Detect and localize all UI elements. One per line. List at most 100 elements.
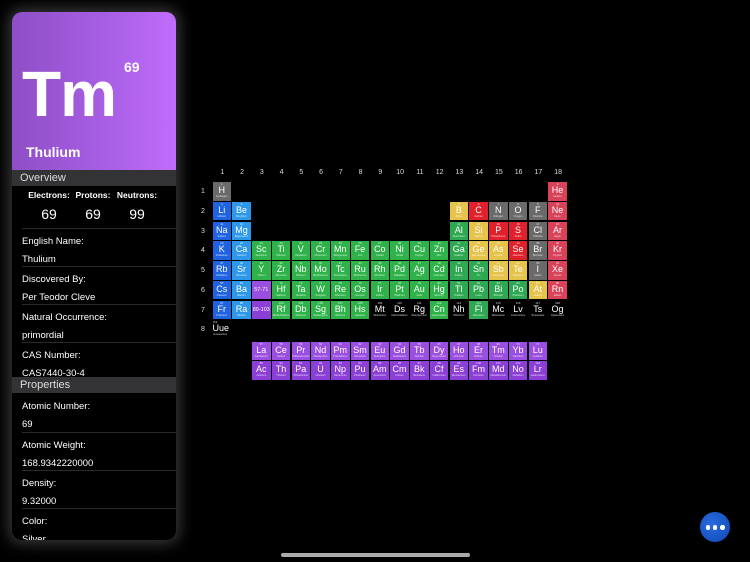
element-cell-uue[interactable]: 119 Uue Ununennium xyxy=(212,320,243,339)
element-cell-ga[interactable]: 31 Ga Gallium xyxy=(449,241,469,260)
element-cell-f[interactable]: 9 F Fluorine xyxy=(528,201,548,221)
element-cell-ca[interactable]: 20 Ca Calcium xyxy=(232,241,251,260)
element-cell-ra[interactable]: 88 Ra Radium xyxy=(232,300,251,320)
element-cell-ho[interactable]: 67 Ho Holmium xyxy=(449,341,469,361)
element-cell-li[interactable]: 3 Li Lithium xyxy=(212,201,232,221)
home-indicator[interactable] xyxy=(281,553,470,557)
element-cell-rb[interactable]: 37 Rb Rubidium xyxy=(212,261,232,280)
element-cell-si[interactable]: 14 Si Silicon xyxy=(469,221,488,241)
element-range-cell[interactable]: 57-71 xyxy=(252,280,271,300)
element-cell-rn[interactable]: 86 Rn Radon xyxy=(548,280,567,300)
element-cell-as[interactable]: 33 As Arsenic xyxy=(489,241,508,260)
element-cell-yb[interactable]: 70 Yb Ytterbium xyxy=(508,341,528,361)
element-cell-mt[interactable]: 109 Mt Meitnerium xyxy=(370,300,390,320)
element-cell-ir[interactable]: 77 Ir Iridium xyxy=(370,280,390,300)
element-cell-b[interactable]: 5 B Boron xyxy=(449,201,469,221)
element-cell-db[interactable]: 105 Db Dubnium xyxy=(291,300,311,320)
element-cell-es[interactable]: 99 Es Einsteinium xyxy=(449,361,469,380)
element-cell-gd[interactable]: 64 Gd Gadolinium xyxy=(390,341,409,361)
element-cell-hf[interactable]: 72 Hf Hafnium xyxy=(271,280,291,300)
element-cell-hg[interactable]: 80 Hg Mercury xyxy=(429,280,449,300)
element-cell-cl[interactable]: 17 Cl Chlorine xyxy=(528,221,548,241)
element-cell-nd[interactable]: 60 Nd Neodymium xyxy=(311,341,330,361)
element-cell-nb[interactable]: 41 Nb Niobium xyxy=(291,261,311,280)
element-cell-w[interactable]: 74 W Tungsten xyxy=(311,280,330,300)
element-cell-ge[interactable]: 32 Ge Germanium xyxy=(469,241,488,260)
element-cell-eu[interactable]: 63 Eu Europium xyxy=(370,341,390,361)
element-cell-bk[interactable]: 97 Bk Berkelium xyxy=(410,361,429,380)
element-cell-ac[interactable]: 89 Ac Actinium xyxy=(252,361,271,380)
element-cell-cm[interactable]: 96 Cm Curium xyxy=(390,361,409,380)
element-cell-dy[interactable]: 66 Dy Dysprosium xyxy=(429,341,449,361)
element-cell-k[interactable]: 19 K Potassium xyxy=(212,241,232,260)
element-cell-na[interactable]: 11 Na Sodium xyxy=(212,221,232,241)
element-cell-au[interactable]: 79 Au Gold xyxy=(410,280,429,300)
element-cell-md[interactable]: 101 Md Mendelevium xyxy=(489,361,508,380)
element-cell-cu[interactable]: 29 Cu Copper xyxy=(410,241,429,260)
element-cell-ba[interactable]: 56 Ba Barium xyxy=(232,280,251,300)
element-cell-os[interactable]: 76 Os Osmium xyxy=(350,280,370,300)
element-cell-pb[interactable]: 82 Pb Lead xyxy=(469,280,488,300)
element-cell-br[interactable]: 35 Br Bromine xyxy=(528,241,548,260)
element-cell-n[interactable]: 7 N Nitrogen xyxy=(489,201,508,221)
element-cell-ne[interactable]: 10 Ne Neon xyxy=(548,201,567,221)
element-cell-al[interactable]: 13 Al Aluminium xyxy=(449,221,469,241)
element-cell-se[interactable]: 34 Se Selenium xyxy=(508,241,528,260)
element-cell-in[interactable]: 49 In Indium xyxy=(449,261,469,280)
element-cell-h[interactable]: 1 H Hydrogen xyxy=(212,182,232,201)
element-cell-te[interactable]: 52 Te Tellurium xyxy=(508,261,528,280)
element-cell-v[interactable]: 23 V Vanadium xyxy=(291,241,311,260)
element-cell-nh[interactable]: 113 Nh Nihonium xyxy=(449,300,469,320)
element-cell-cd[interactable]: 48 Cd Cadmium xyxy=(429,261,449,280)
element-cell-at[interactable]: 85 At Astatine xyxy=(528,280,548,300)
more-options-button[interactable] xyxy=(700,512,730,542)
element-cell-cf[interactable]: 98 Cf Californium xyxy=(429,361,449,380)
element-cell-sc[interactable]: 21 Sc Scandium xyxy=(252,241,271,260)
element-cell-sn[interactable]: 50 Sn Tin xyxy=(469,261,488,280)
element-cell-pm[interactable]: 61 Pm Promethium xyxy=(331,341,350,361)
element-cell-fr[interactable]: 87 Fr Francium xyxy=(212,300,232,320)
element-cell-u[interactable]: 92 U Uranium xyxy=(311,361,330,380)
element-cell-o[interactable]: 8 O Oxygen xyxy=(508,201,528,221)
element-cell-zr[interactable]: 40 Zr Zirconium xyxy=(271,261,291,280)
element-cell-kr[interactable]: 36 Kr Krypton xyxy=(548,241,567,260)
element-cell-rg[interactable]: 111 Rg Roentgenium xyxy=(410,300,429,320)
element-cell-he[interactable]: 2 He Helium xyxy=(548,182,567,201)
element-cell-ti[interactable]: 22 Ti Titanium xyxy=(271,241,291,260)
element-cell-ag[interactable]: 47 Ag Silver xyxy=(410,261,429,280)
element-cell-mc[interactable]: 115 Mc Moscovium xyxy=(489,300,508,320)
element-cell-lv[interactable]: 116 Lv Livermorium xyxy=(508,300,528,320)
element-cell-am[interactable]: 95 Am Americium xyxy=(370,361,390,380)
element-cell-ru[interactable]: 44 Ru Ruthenium xyxy=(350,261,370,280)
element-cell-ta[interactable]: 73 Ta Tantalum xyxy=(291,280,311,300)
element-cell-rf[interactable]: 104 Rf Rutherfordium xyxy=(271,300,291,320)
element-cell-fm[interactable]: 100 Fm Fermium xyxy=(469,361,488,380)
element-cell-ar[interactable]: 18 Ar Argon xyxy=(548,221,567,241)
element-cell-co[interactable]: 27 Co Cobalt xyxy=(370,241,390,260)
element-cell-ni[interactable]: 28 Ni Nickel xyxy=(390,241,409,260)
element-cell-th[interactable]: 90 Th Thorium xyxy=(271,361,291,380)
element-cell-s[interactable]: 16 S Sulfur xyxy=(508,221,528,241)
element-cell-fe[interactable]: 26 Fe Iron xyxy=(350,241,370,260)
element-cell-tm[interactable]: 69 Tm Thulium xyxy=(489,341,508,361)
element-cell-c[interactable]: 6 C Carbon xyxy=(469,201,488,221)
element-cell-la[interactable]: 57 La Lanthanum xyxy=(252,341,271,361)
element-cell-lu[interactable]: 71 Lu Lutetium xyxy=(528,341,548,361)
element-cell-re[interactable]: 75 Re Rhenium xyxy=(331,280,350,300)
element-cell-bi[interactable]: 83 Bi Bismuth xyxy=(489,280,508,300)
element-cell-bh[interactable]: 107 Bh Bohrium xyxy=(331,300,350,320)
element-cell-er[interactable]: 68 Er Erbium xyxy=(469,341,488,361)
element-cell-cn[interactable]: 112 Cn Copernicium xyxy=(429,300,449,320)
element-cell-p[interactable]: 15 P Phosphorus xyxy=(489,221,508,241)
element-cell-lr[interactable]: 103 Lr Lawrencium xyxy=(528,361,548,380)
element-cell-mn[interactable]: 25 Mn Manganese xyxy=(331,241,350,260)
element-cell-tb[interactable]: 65 Tb Terbium xyxy=(410,341,429,361)
element-cell-y[interactable]: 39 Y Yttrium xyxy=(252,261,271,280)
element-cell-tc[interactable]: 43 Tc Technetium xyxy=(331,261,350,280)
element-cell-sg[interactable]: 106 Sg Seaborgium xyxy=(311,300,330,320)
element-cell-ts[interactable]: 117 Ts Tennessine xyxy=(528,300,548,320)
element-cell-zn[interactable]: 30 Zn Zinc xyxy=(429,241,449,260)
element-cell-rh[interactable]: 45 Rh Rhodium xyxy=(370,261,390,280)
element-cell-np[interactable]: 93 Np Neptunium xyxy=(331,361,350,380)
element-cell-cs[interactable]: 55 Cs Caesium xyxy=(212,280,232,300)
